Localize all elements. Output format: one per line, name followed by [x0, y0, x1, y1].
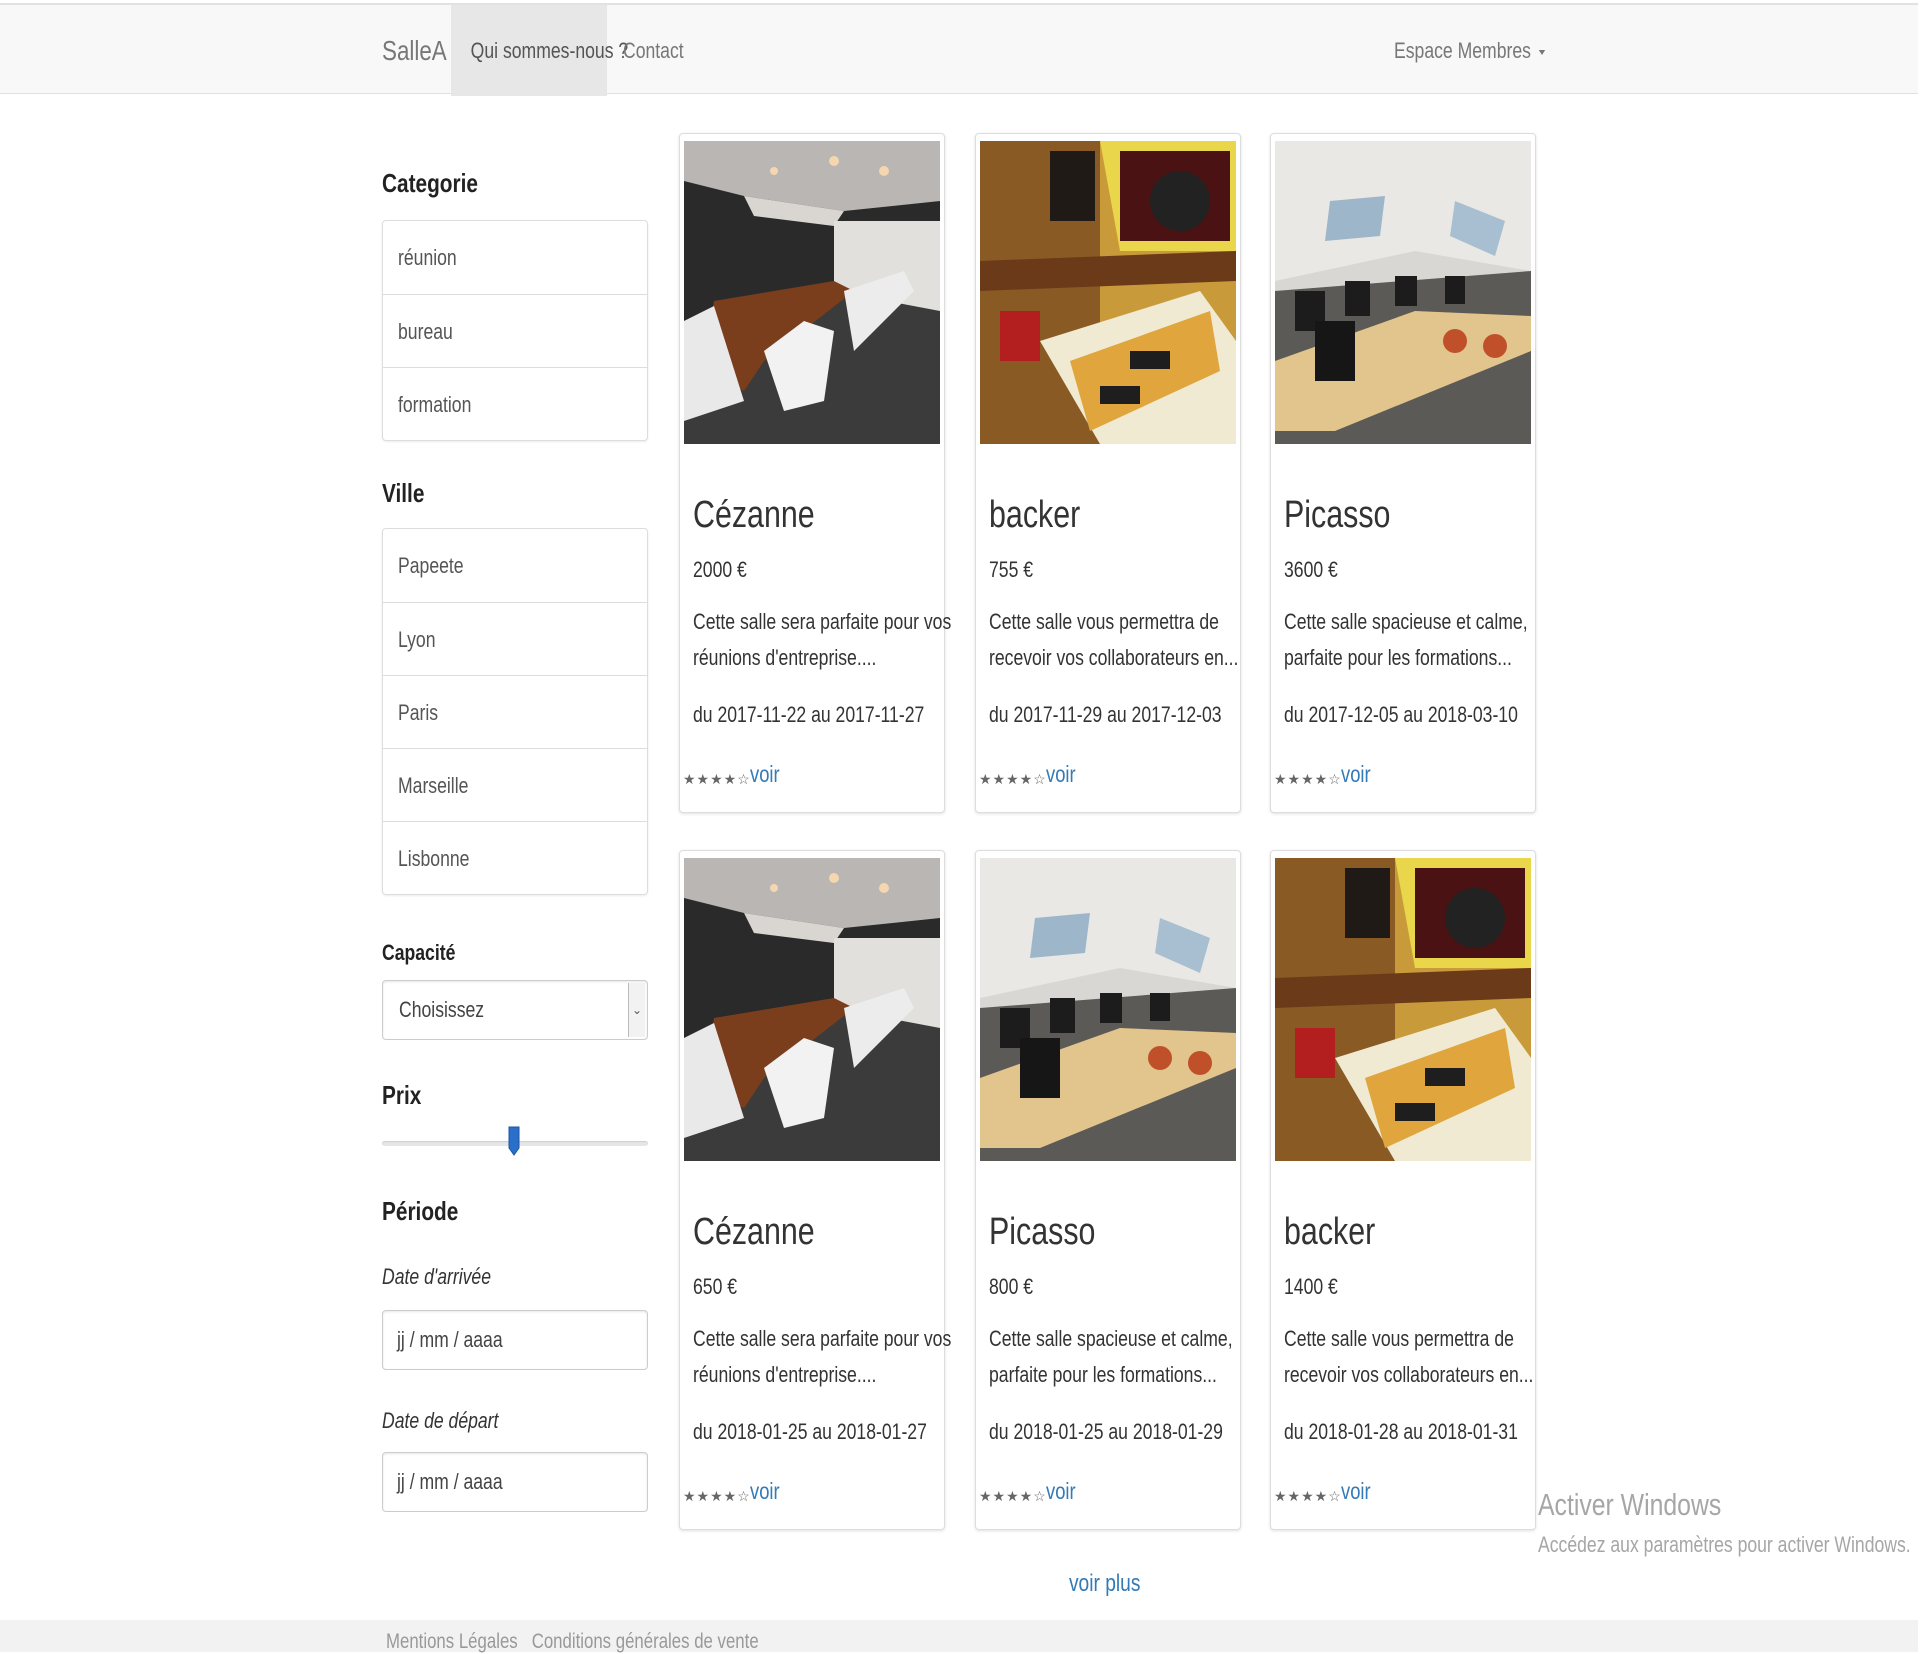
footer: Mentions Légales Conditions générales de…: [0, 1620, 1918, 1653]
computer-room-photo: [980, 858, 1236, 1161]
city-list: Papeete Lyon Paris Marseille Lisbonne: [382, 528, 648, 895]
footer-link-mentions[interactable]: Mentions Légales: [386, 1630, 518, 1653]
city-item-lyon[interactable]: Lyon: [383, 602, 647, 675]
voir-link[interactable]: voir: [1341, 761, 1378, 788]
period-heading: Période: [382, 1196, 459, 1226]
city-item-lisbonne[interactable]: Lisbonne: [383, 821, 647, 894]
city-item-paris[interactable]: Paris: [383, 675, 647, 748]
product-price: 650 €: [693, 1274, 738, 1299]
product-description: Cette salle spacieuse et calme, parfaite …: [1284, 609, 1528, 670]
rating-stars: ★★★★☆: [979, 1488, 1047, 1504]
product-description: Cette salle spacieuse et calme, parfaite …: [989, 1326, 1233, 1387]
room-thumbnail[interactable]: [1275, 141, 1531, 444]
rating-stars: ★★★★☆: [1274, 1488, 1342, 1504]
product-description: Cette salle sera parfaite pour vos réunio…: [693, 1326, 952, 1387]
voir-link[interactable]: voir: [750, 1478, 787, 1505]
product-card: Cézanne 2000 € Cette salle sera parfaite…: [679, 133, 951, 813]
product-dates: du 2018-01-28 au 2018-01-31: [1284, 1419, 1518, 1444]
chevron-down-icon: ⌄: [628, 983, 645, 1037]
product-price: 755 €: [989, 557, 1034, 582]
room-thumbnail[interactable]: [684, 141, 940, 444]
voir-link[interactable]: voir: [1341, 1478, 1378, 1505]
windows-activation-title: Activer Windows: [1538, 1487, 1722, 1522]
product-price: 1400 €: [1284, 1274, 1338, 1299]
departure-date-input[interactable]: jj / mm / aaaa: [382, 1452, 648, 1512]
conference-room-photo: [684, 141, 940, 444]
price-slider-handle[interactable]: [508, 1126, 520, 1156]
product-price: 3600 €: [1284, 557, 1338, 582]
city-item-marseille[interactable]: Marseille: [383, 748, 647, 821]
price-heading: Prix: [382, 1080, 422, 1110]
room-thumbnail[interactable]: [980, 858, 1236, 1161]
product-card: Picasso 3600 € Cette salle spacieuse et …: [1270, 133, 1536, 813]
rating-stars: ★★★★☆: [1274, 771, 1342, 787]
room-thumbnail[interactable]: [1275, 858, 1531, 1161]
city-item-papeete[interactable]: Papeete: [383, 529, 647, 602]
product-card: backer 1400 € Cette salle vous permettra…: [1270, 850, 1536, 1530]
pub-room-photo: [1275, 858, 1531, 1161]
voir-plus-link[interactable]: voir plus: [1060, 1570, 1150, 1598]
nav-contact-link[interactable]: Contact: [623, 5, 699, 96]
rating-stars: ★★★★☆: [683, 1488, 751, 1504]
product-dates: du 2017-11-22 au 2017-11-27: [693, 702, 925, 727]
voir-link[interactable]: voir: [1046, 761, 1083, 788]
product-title: Cézanne: [693, 1211, 815, 1253]
product-dates: du 2017-12-05 au 2018-03-10: [1284, 702, 1518, 727]
product-price: 2000 €: [693, 557, 747, 582]
voir-link[interactable]: voir: [750, 761, 787, 788]
footer-link-cgv[interactable]: Conditions générales de vente: [532, 1630, 759, 1653]
room-thumbnail[interactable]: [980, 141, 1236, 444]
category-item-formation[interactable]: formation: [383, 367, 647, 440]
voir-link[interactable]: voir: [1046, 1478, 1083, 1505]
product-title: Cézanne: [693, 494, 815, 536]
capacity-select[interactable]: Choisissez ⌄: [382, 980, 648, 1040]
member-menu-dropdown[interactable]: Espace Membres: [1394, 5, 1583, 96]
product-title: backer: [1284, 1211, 1376, 1253]
city-heading: Ville: [382, 478, 425, 508]
conference-room-photo: [684, 858, 940, 1161]
computer-room-photo: [1275, 141, 1531, 444]
departure-date-label: Date de départ: [382, 1408, 499, 1433]
category-heading: Categorie: [382, 168, 478, 198]
top-navbar: SalleA Qui sommes-nous ? Contact Espace …: [0, 3, 1918, 96]
product-dates: du 2018-01-25 au 2018-01-29: [989, 1419, 1223, 1444]
windows-activation-subtitle: Accédez aux paramètres pour activer Wind…: [1538, 1532, 1911, 1557]
product-title: backer: [989, 494, 1081, 536]
capacity-heading: Capacité: [382, 940, 456, 965]
arrival-date-label: Date d'arrivée: [382, 1264, 492, 1289]
product-dates: du 2018-01-25 au 2018-01-27: [693, 1419, 927, 1444]
product-price: 800 €: [989, 1274, 1034, 1299]
product-card: Cézanne 650 € Cette salle sera parfaite …: [679, 850, 951, 1530]
product-card: Picasso 800 € Cette salle spacieuse et c…: [975, 850, 1241, 1530]
rating-stars: ★★★★☆: [683, 771, 751, 787]
product-card: backer 755 € Cette salle vous permettra …: [975, 133, 1241, 813]
arrival-date-input[interactable]: jj / mm / aaaa: [382, 1310, 648, 1370]
product-description: Cette salle sera parfaite pour vos réunio…: [693, 609, 952, 670]
product-dates: du 2017-11-29 au 2017-12-03: [989, 702, 1222, 727]
product-description: Cette salle vous permettra de recevoir vo…: [989, 609, 1239, 670]
category-item-bureau[interactable]: bureau: [383, 294, 647, 367]
nav-about-link[interactable]: Qui sommes-nous ?: [451, 5, 628, 96]
rating-stars: ★★★★☆: [979, 771, 1047, 787]
room-thumbnail[interactable]: [684, 858, 940, 1161]
caret-down-icon: [1539, 49, 1546, 55]
category-list: réunion bureau formation: [382, 220, 648, 441]
product-description: Cette salle vous permettra de recevoir vo…: [1284, 1326, 1534, 1387]
category-item-reunion[interactable]: réunion: [383, 221, 647, 294]
pub-room-photo: [980, 141, 1236, 444]
product-title: Picasso: [1284, 494, 1391, 536]
product-title: Picasso: [989, 1211, 1096, 1253]
